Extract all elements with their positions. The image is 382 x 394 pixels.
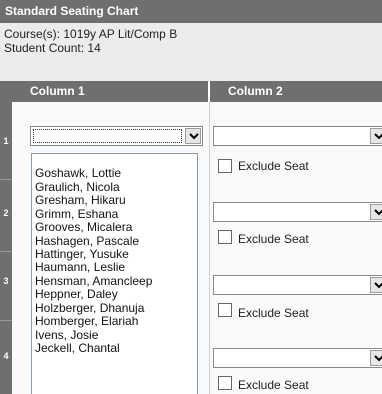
dropdown-option[interactable]: Grimm, Eshana <box>35 208 118 220</box>
row-divider <box>0 179 12 180</box>
exclude-seat-label: Exclude Seat <box>238 159 309 173</box>
dropdown-option[interactable]: Gresham, Hikaru <box>35 194 126 206</box>
chevron-down-icon[interactable] <box>370 128 382 144</box>
dropdown-option[interactable]: Hattinger, Yusuke <box>35 248 129 260</box>
column-1-header: Column 1 <box>12 81 208 102</box>
seat-select-r2-c2[interactable] <box>213 202 382 222</box>
student-dropdown-list[interactable]: Goshawk, Lottie Graulich, Nicola Gresham… <box>31 153 198 394</box>
dropdown-option[interactable]: Heppner, Daley <box>35 288 118 300</box>
exclude-seat-label: Exclude Seat <box>238 232 309 246</box>
exclude-seat-checkbox-r1-c2[interactable] <box>218 159 232 173</box>
exclude-seat-label: Exclude Seat <box>238 306 309 320</box>
seat-select-r3-c2[interactable] <box>213 275 382 295</box>
column-2-header: Column 2 <box>209 81 382 102</box>
seat-select-r4-c2[interactable] <box>213 348 382 368</box>
row-number-3: 3 <box>3 276 9 286</box>
row-number-strip <box>0 81 12 394</box>
dropdown-option[interactable]: Graulich, Nicola <box>35 181 120 193</box>
seat-select-r1-c1[interactable] <box>30 126 203 146</box>
dropdown-option[interactable]: Homberger, Elariah <box>35 315 138 327</box>
row-number-2: 2 <box>3 208 9 218</box>
chevron-down-icon[interactable] <box>370 277 382 293</box>
seat-select-r1-c2[interactable] <box>213 126 382 146</box>
chevron-down-icon[interactable] <box>370 350 382 366</box>
course-label: Course(s): 1019y AP Lit/Comp B <box>4 27 178 41</box>
row-divider <box>0 320 12 321</box>
dropdown-option[interactable]: Jeckell, Chantal <box>35 342 120 354</box>
dropdown-option[interactable]: Haumann, Leslie <box>35 261 125 273</box>
dropdown-option[interactable]: Ivens, Josie <box>35 329 98 341</box>
exclude-seat-checkbox-r2-c2[interactable] <box>218 230 232 244</box>
row-number-4: 4 <box>3 351 9 361</box>
exclude-seat-checkbox-r4-c2[interactable] <box>218 376 232 390</box>
course-info: Course(s): 1019y AP Lit/Comp B Student C… <box>0 23 382 81</box>
page-title: Standard Seating Chart <box>0 0 382 23</box>
row-divider <box>0 251 12 252</box>
chevron-down-icon[interactable] <box>185 128 201 144</box>
dropdown-option[interactable]: Grooves, Micalera <box>35 221 132 233</box>
student-count: Student Count: 14 <box>4 41 101 55</box>
row-number-1: 1 <box>3 136 9 146</box>
dropdown-option[interactable]: Holzberger, Dhanuja <box>35 302 144 314</box>
dropdown-option[interactable]: Hensman, Amancleep <box>35 275 152 287</box>
dropdown-option-blank[interactable] <box>32 154 197 164</box>
dropdown-option[interactable]: Goshawk, Lottie <box>35 167 121 179</box>
exclude-seat-checkbox-r3-c2[interactable] <box>218 303 232 317</box>
exclude-seat-label: Exclude Seat <box>238 378 309 392</box>
chevron-down-icon[interactable] <box>370 204 382 220</box>
dropdown-option[interactable]: Hashagen, Pascale <box>35 235 139 247</box>
